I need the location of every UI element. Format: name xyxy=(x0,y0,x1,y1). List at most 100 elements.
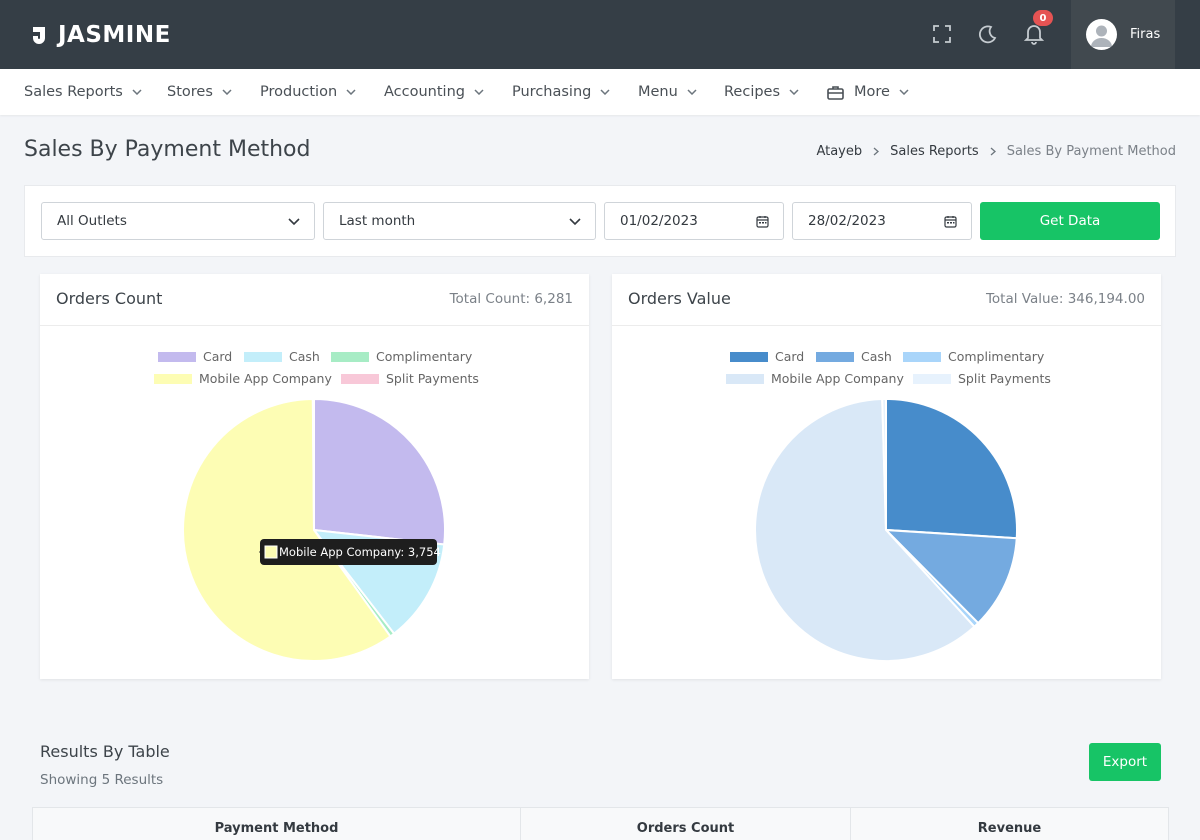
pie-slice-card[interactable] xyxy=(885,397,1018,540)
orders-count-header: Orders Count Total Count: 6,281 xyxy=(40,274,589,326)
breadcrumb-current: Sales By Payment Method xyxy=(1006,144,1176,159)
nav-item-purchasing[interactable]: Purchasing xyxy=(512,69,610,115)
nav-label: Menu xyxy=(638,84,678,100)
legend-label-split-payments[interactable]: Split Payments xyxy=(958,371,1051,386)
legend-label-mobile-app-company[interactable]: Mobile App Company xyxy=(199,371,332,386)
avatar xyxy=(1086,19,1117,50)
nav-item-menu[interactable]: Menu xyxy=(638,69,697,115)
nav-label: Recipes xyxy=(724,84,781,100)
legend-swatch-card[interactable] xyxy=(158,352,196,362)
results-count: Showing 5 Results xyxy=(40,772,164,788)
export-button[interactable]: Export xyxy=(1089,743,1161,781)
legend-label-card[interactable]: Card xyxy=(203,349,232,364)
legend-label-card[interactable]: Card xyxy=(775,349,804,364)
legend-label-split-payments[interactable]: Split Payments xyxy=(386,371,479,386)
legend-swatch-complimentary[interactable] xyxy=(903,352,941,362)
chevron-right-icon xyxy=(990,147,996,156)
orders-value-card: Orders Value Total Value: 346,194.00 Car… xyxy=(612,274,1161,679)
orders-value-header: Orders Value Total Value: 346,194.00 xyxy=(612,274,1161,326)
chevron-down-icon xyxy=(474,89,484,95)
user-menu[interactable]: Firas xyxy=(1071,0,1175,69)
chevron-down-icon xyxy=(288,218,300,226)
breadcrumb: Atayeb Sales Reports Sales By Payment Me… xyxy=(816,144,1176,159)
date-from-input[interactable]: 01/02/2023 xyxy=(604,202,784,240)
legend-swatch-cash[interactable] xyxy=(816,352,854,362)
orders-value-total: Total Value: 346,194.00 xyxy=(985,291,1145,307)
chevron-down-icon xyxy=(600,89,610,95)
nav-item-production[interactable]: Production xyxy=(260,69,356,115)
user-name: Firas xyxy=(1130,27,1161,42)
nav-item-more[interactable]: More xyxy=(827,69,909,115)
chevron-down-icon xyxy=(789,89,799,95)
legend-label-complimentary[interactable]: Complimentary xyxy=(376,349,473,364)
nav-label: More xyxy=(854,84,890,100)
moon-icon[interactable] xyxy=(976,22,1000,46)
nav-label: Stores xyxy=(167,84,213,100)
legend-swatch-split-payments[interactable] xyxy=(913,374,951,384)
date-from-value: 01/02/2023 xyxy=(620,213,698,229)
chevron-down-icon xyxy=(132,89,142,95)
breadcrumb-item[interactable]: Atayeb xyxy=(816,144,862,159)
period-select-value: Last month xyxy=(339,213,416,229)
get-data-button[interactable]: Get Data xyxy=(980,202,1160,240)
fullscreen-icon[interactable] xyxy=(930,22,954,46)
nav-item-accounting[interactable]: Accounting xyxy=(384,69,484,115)
column-header-orders-count[interactable]: Orders Count xyxy=(521,808,851,840)
outlet-select[interactable]: All Outlets xyxy=(41,202,315,240)
legend-label-mobile-app-company[interactable]: Mobile App Company xyxy=(771,371,904,386)
orders-count-total: Total Count: 6,281 xyxy=(449,291,573,307)
legend-swatch-card[interactable] xyxy=(730,352,768,362)
nav-item-sales-reports[interactable]: Sales Reports xyxy=(24,69,142,115)
results-table-header: Payment Method Orders Count Revenue xyxy=(32,807,1169,840)
nav-item-stores[interactable]: Stores xyxy=(167,69,232,115)
orders-count-title: Orders Count xyxy=(56,289,163,308)
chevron-down-icon xyxy=(899,89,909,95)
nav-label: Purchasing xyxy=(512,84,592,100)
user-icon xyxy=(1091,25,1112,47)
legend-label-cash[interactable]: Cash xyxy=(861,349,892,364)
app-logo[interactable]: JASMINE xyxy=(30,20,171,50)
date-to-input[interactable]: 28/02/2023 xyxy=(792,202,972,240)
nav-item-recipes[interactable]: Recipes xyxy=(724,69,799,115)
legend-swatch-complimentary[interactable] xyxy=(331,352,369,362)
nav-label: Production xyxy=(260,84,338,100)
column-header-revenue[interactable]: Revenue xyxy=(851,808,1168,840)
legend-swatch-mobile-app-company[interactable] xyxy=(726,374,764,384)
orders-count-card: Orders Count Total Count: 6,281 Card Cash… xyxy=(40,274,589,679)
orders-value-title: Orders Value xyxy=(628,289,731,308)
legend-label-complimentary[interactable]: Complimentary xyxy=(948,349,1045,364)
breadcrumb-item[interactable]: Sales Reports xyxy=(890,144,979,159)
main-nav: Sales Reports Stores Production Accounti… xyxy=(0,69,1200,115)
legend-swatch-split-payments[interactable] xyxy=(341,374,379,384)
date-to-value: 28/02/2023 xyxy=(808,213,886,229)
chevron-down-icon xyxy=(687,89,697,95)
briefcase-icon xyxy=(827,85,844,100)
orders-count-pie-chart[interactable]: Card Cash Complimentary Mobile App Company S… xyxy=(40,326,589,679)
chevron-down-icon xyxy=(569,218,581,226)
legend-swatch-mobile-app-company[interactable] xyxy=(154,374,192,384)
chevron-down-icon xyxy=(222,89,232,95)
results-title: Results By Table xyxy=(40,742,170,761)
calendar-icon[interactable] xyxy=(756,215,769,228)
filter-panel: All Outlets Last month 01/02/2023 28/02/… xyxy=(24,185,1176,257)
page-title: Sales By Payment Method xyxy=(24,137,311,162)
pie-slice-card[interactable] xyxy=(313,397,446,546)
calendar-icon[interactable] xyxy=(944,215,957,228)
top-bar: JASMINE 0 Firas xyxy=(0,0,1200,69)
legend-label-cash[interactable]: Cash xyxy=(289,349,320,364)
column-header-payment-method[interactable]: Payment Method xyxy=(33,808,521,840)
nav-label: Accounting xyxy=(384,84,465,100)
period-select[interactable]: Last month xyxy=(323,202,596,240)
orders-value-pie-chart[interactable]: Card Cash Complimentary Mobile App Company S… xyxy=(612,326,1161,679)
chart-tooltip: Mobile App Company: 3,754 xyxy=(259,539,441,565)
chevron-down-icon xyxy=(346,89,356,95)
logo-mark-icon xyxy=(33,27,45,44)
legend-swatch-cash[interactable] xyxy=(244,352,282,362)
tooltip-swatch xyxy=(264,545,278,559)
pie-slice-split-payments[interactable] xyxy=(311,397,315,531)
tooltip-text: Mobile App Company: 3,754 xyxy=(279,545,441,559)
chevron-right-icon xyxy=(873,147,880,156)
outlet-select-value: All Outlets xyxy=(57,213,127,229)
notification-badge: 0 xyxy=(1033,10,1053,26)
nav-label: Sales Reports xyxy=(24,84,123,100)
